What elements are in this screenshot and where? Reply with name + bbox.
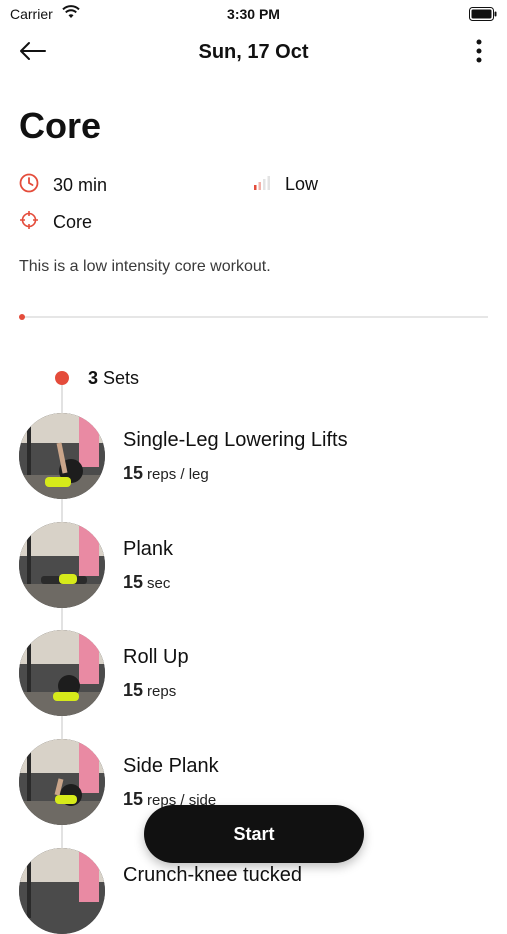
clock-icon bbox=[19, 173, 53, 198]
exercise-item[interactable]: Plank 15 sec bbox=[19, 522, 489, 608]
exercise-count: 15 bbox=[123, 680, 144, 700]
intensity-label: Low bbox=[285, 174, 319, 194]
exercise-name: Side Plank bbox=[123, 755, 219, 777]
exercise-item[interactable]: Single-Leg Lowering Lifts 15 reps / leg bbox=[19, 413, 489, 499]
nav-bar: Sun, 17 Oct bbox=[0, 30, 507, 76]
target-icon bbox=[19, 210, 53, 235]
exercise-thumbnail bbox=[19, 848, 105, 934]
exercise-name: Plank bbox=[123, 538, 174, 560]
exercise-unit: reps bbox=[147, 683, 177, 700]
duration-row: 30 min bbox=[19, 173, 107, 198]
exercise-count: 15 bbox=[123, 789, 144, 809]
exercise-amount: 15 reps / leg bbox=[123, 463, 209, 484]
focus-row: Core bbox=[19, 210, 92, 235]
exercise-unit: sec bbox=[147, 575, 171, 592]
battery-icon bbox=[469, 7, 497, 26]
exercise-thumbnail bbox=[19, 630, 105, 716]
exercise-name: Single-Leg Lowering Lifts bbox=[123, 429, 348, 451]
exercise-thumbnail bbox=[19, 739, 105, 825]
sets-count: 3 bbox=[88, 368, 99, 388]
progress-indicator bbox=[19, 314, 25, 320]
progress-track bbox=[19, 316, 488, 318]
page-title: Core bbox=[19, 105, 102, 146]
nav-title: Sun, 17 Oct bbox=[198, 41, 309, 63]
focus-label: Core bbox=[53, 212, 93, 232]
exercise-name: Crunch-knee tucked bbox=[123, 864, 302, 886]
duration-label: 30 min bbox=[53, 175, 108, 195]
start-button[interactable]: Start bbox=[144, 805, 364, 863]
status-bar: Carrier 3:30 PM bbox=[0, 0, 507, 28]
workout-description: This is a low intensity core workout. bbox=[19, 258, 271, 275]
exercise-thumbnail bbox=[19, 522, 105, 608]
exercise-item[interactable]: Roll Up 15 reps bbox=[19, 630, 489, 716]
intensity-row: Low bbox=[253, 173, 318, 196]
exercise-name: Roll Up bbox=[123, 646, 189, 668]
sets-marker bbox=[55, 371, 69, 385]
exercise-thumbnail bbox=[19, 413, 105, 499]
intensity-bars-icon bbox=[253, 173, 285, 196]
more-vertical-icon bbox=[476, 39, 482, 68]
exercise-unit: reps / leg bbox=[147, 466, 209, 483]
exercise-amount: 15 sec bbox=[123, 572, 170, 593]
sets-text: Sets bbox=[103, 368, 140, 388]
exercise-count: 15 bbox=[123, 572, 144, 592]
clock-time: 3:30 PM bbox=[227, 6, 280, 22]
exercise-amount: 15 reps bbox=[123, 680, 176, 701]
sets-label: 3 Sets bbox=[88, 368, 139, 389]
more-options-button[interactable] bbox=[465, 36, 493, 70]
exercise-count: 15 bbox=[123, 463, 144, 483]
